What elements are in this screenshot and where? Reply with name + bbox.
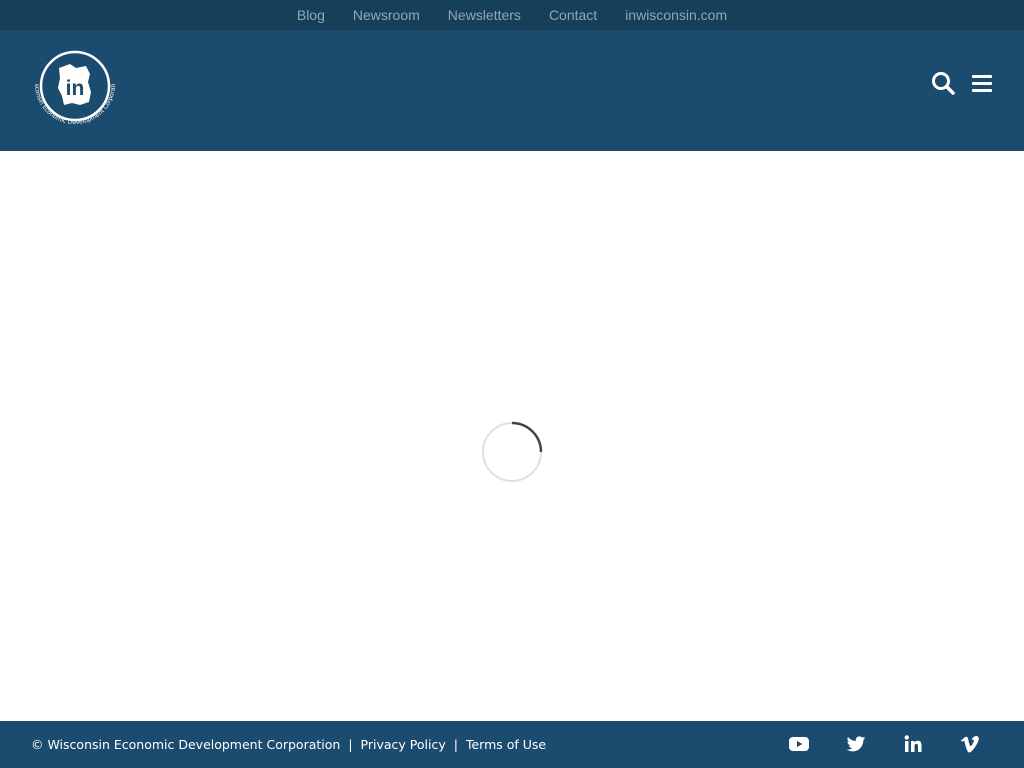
menu-button[interactable]: [970, 72, 994, 94]
top-nav-newsletters-link[interactable]: Newsletters: [448, 0, 521, 30]
top-nav-blog-link[interactable]: Blog: [297, 0, 325, 30]
vimeo-link[interactable]: [959, 733, 981, 755]
privacy-policy-link[interactable]: Privacy Policy: [361, 737, 446, 752]
main-content: [0, 151, 1024, 721]
top-nav-contact-link[interactable]: Contact: [549, 0, 597, 30]
top-nav-newsroom-link[interactable]: Newsroom: [353, 0, 420, 30]
footer-separator: |: [348, 737, 353, 752]
loading-spinner: [481, 421, 543, 483]
wedc-logo[interactable]: in Wisconsin Economic Development Corpor…: [25, 43, 122, 134]
linkedin-link[interactable]: [902, 733, 924, 755]
top-nav: Blog Newsroom Newsletters Contact inwisc…: [0, 0, 1024, 30]
youtube-icon: [789, 737, 809, 751]
search-button[interactable]: [930, 70, 956, 96]
copyright-text: © Wisconsin Economic Development Corpora…: [31, 737, 341, 752]
vimeo-icon: [961, 736, 979, 753]
spinner-icon: [482, 421, 543, 482]
linkedin-icon: [904, 735, 922, 752]
youtube-link[interactable]: [788, 733, 810, 755]
twitter-icon: [846, 736, 866, 752]
twitter-link[interactable]: [845, 733, 867, 755]
hamburger-menu-icon: [972, 75, 992, 92]
svg-text:in: in: [66, 77, 85, 100]
footer-separator: |: [453, 737, 458, 752]
search-icon: [932, 72, 955, 95]
site-header: in Wisconsin Economic Development Corpor…: [0, 30, 1024, 151]
site-footer: © Wisconsin Economic Development Corpora…: [0, 721, 1024, 768]
top-nav-inwisconsin-link[interactable]: inwisconsin.com: [625, 0, 727, 30]
terms-of-use-link[interactable]: Terms of Use: [466, 737, 546, 752]
wedc-logo-icon: in Wisconsin Economic Development Corpor…: [25, 43, 117, 126]
footer-legal: © Wisconsin Economic Development Corpora…: [31, 721, 546, 768]
top-bar: Blog Newsroom Newsletters Contact inwisc…: [0, 0, 1024, 30]
